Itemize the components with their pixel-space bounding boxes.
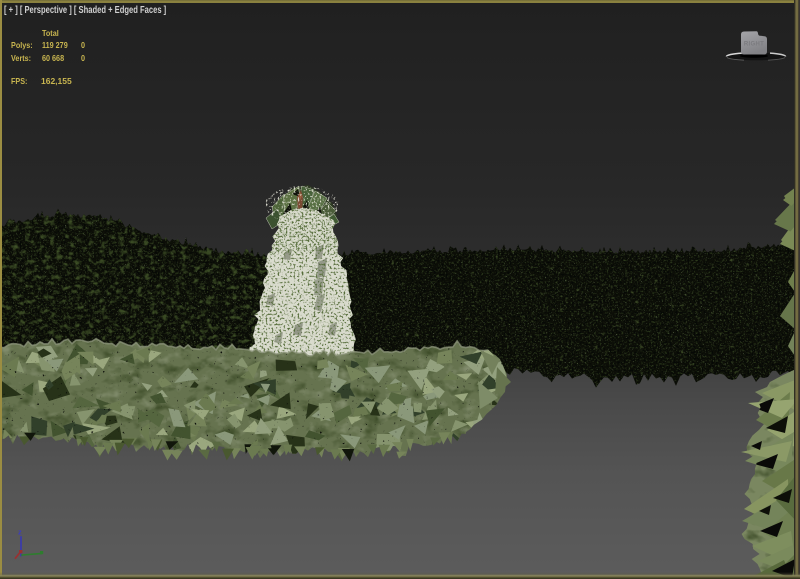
- svg-text:z: z: [18, 528, 22, 537]
- svg-text:RIGHT: RIGHT: [744, 42, 764, 48]
